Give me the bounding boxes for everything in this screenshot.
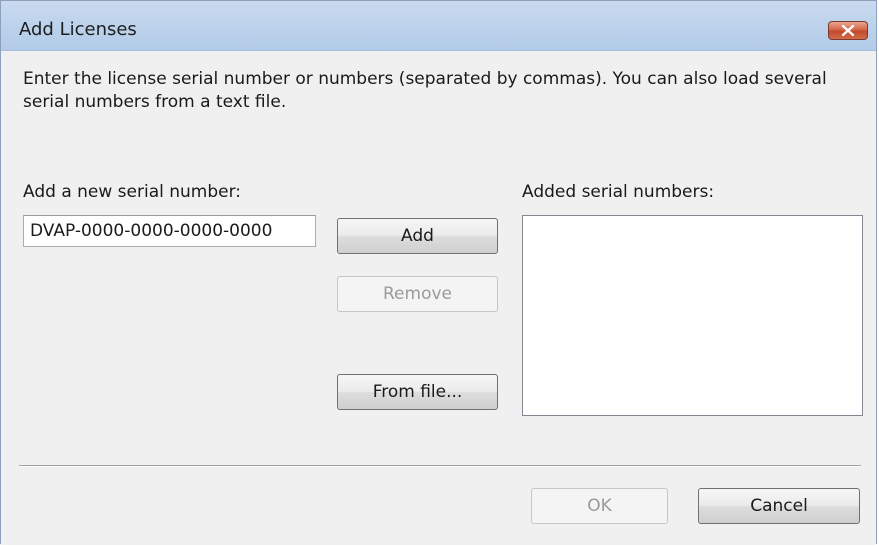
title-bar[interactable]: Add Licenses <box>1 1 876 51</box>
window-title: Add Licenses <box>19 19 137 40</box>
add-licenses-dialog: Add Licenses Enter the license serial nu… <box>0 0 877 545</box>
added-serials-list[interactable] <box>522 215 863 416</box>
cancel-button[interactable]: Cancel <box>698 488 860 524</box>
added-serials-label: Added serial numbers: <box>522 182 715 202</box>
close-x-icon <box>841 25 855 36</box>
new-serial-label: Add a new serial number: <box>23 182 242 202</box>
divider <box>19 465 861 467</box>
add-button[interactable]: Add <box>337 218 498 254</box>
close-button[interactable] <box>828 21 868 40</box>
ok-button[interactable]: OK <box>531 488 668 524</box>
dialog-body: Enter the license serial number or numbe… <box>1 51 876 545</box>
remove-button[interactable]: Remove <box>337 276 498 312</box>
instructions-text: Enter the license serial number or numbe… <box>23 69 827 112</box>
serial-number-input[interactable] <box>23 215 316 247</box>
from-file-button[interactable]: From file... <box>337 374 498 410</box>
